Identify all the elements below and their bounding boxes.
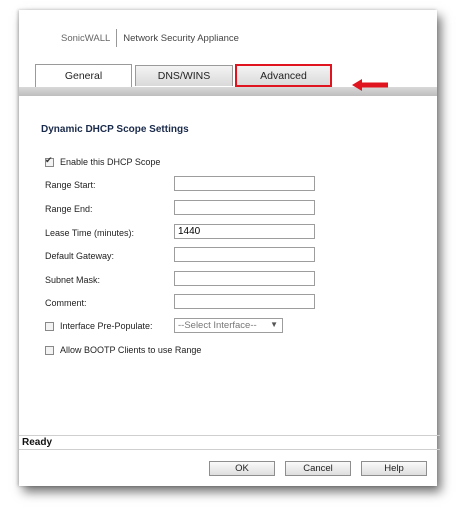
default-gateway-label: Default Gateway: — [45, 251, 115, 261]
brand-header: SonicWALL Network Security Appliance — [61, 28, 239, 48]
chevron-down-icon: ▼ — [270, 320, 278, 329]
comment-label: Comment: — [45, 298, 87, 308]
status-bar: Ready — [19, 435, 440, 450]
enable-scope-checkbox[interactable] — [45, 155, 54, 167]
interface-select-value: --Select Interface-- — [178, 320, 257, 331]
cancel-button[interactable]: Cancel — [285, 461, 351, 476]
company-name: SonicWALL — [61, 32, 111, 44]
interface-prepopulate-row[interactable]: Interface Pre-Populate: — [45, 321, 153, 331]
ok-button[interactable]: OK — [209, 461, 275, 476]
allow-bootp-row[interactable]: Allow BOOTP Clients to use Range — [45, 345, 201, 355]
help-button[interactable]: Help — [361, 461, 427, 476]
tab-advanced[interactable]: Advanced — [235, 64, 332, 87]
enable-scope-row[interactable]: Enable this DHCP Scope — [45, 155, 161, 167]
dhcp-scope-dialog: SonicWALL Network Security Appliance Gen… — [19, 10, 440, 486]
subnet-mask-input[interactable] — [174, 271, 315, 286]
allow-bootp-checkbox[interactable] — [45, 345, 54, 355]
enable-scope-label: Enable this DHCP Scope — [60, 157, 161, 167]
tab-general[interactable]: General — [35, 64, 132, 87]
lease-time-label: Lease Time (minutes): — [45, 228, 135, 238]
range-end-input[interactable] — [174, 200, 315, 215]
tab-dns-wins[interactable]: DNS/WINS — [135, 65, 233, 86]
interface-select[interactable]: --Select Interface-- ▼ — [174, 318, 283, 333]
range-start-label: Range Start: — [45, 180, 96, 190]
range-start-input[interactable] — [174, 176, 315, 191]
product-name: Network Security Appliance — [123, 32, 239, 44]
lease-time-input[interactable] — [174, 224, 315, 239]
brand-separator — [116, 29, 118, 47]
section-title: Dynamic DHCP Scope Settings — [41, 124, 189, 135]
default-gateway-input[interactable] — [174, 247, 315, 262]
range-end-label: Range End: — [45, 204, 93, 214]
interface-prepopulate-checkbox[interactable] — [45, 321, 54, 331]
comment-input[interactable] — [174, 294, 315, 309]
allow-bootp-label: Allow BOOTP Clients to use Range — [60, 345, 202, 355]
interface-prepopulate-label: Interface Pre-Populate: — [60, 321, 153, 331]
subnet-mask-label: Subnet Mask: — [45, 275, 101, 285]
annotation-arrow-icon — [352, 79, 388, 91]
